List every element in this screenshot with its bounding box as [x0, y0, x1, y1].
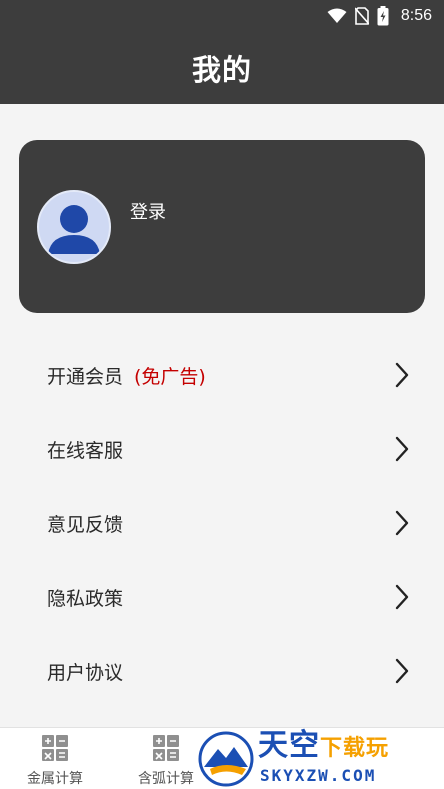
chevron-right-icon [395, 584, 409, 610]
status-time: 8:56 [400, 7, 432, 24]
status-bar: 8:56 [0, 0, 444, 32]
calculator-icon [42, 735, 68, 761]
ad-free-note: (免广告) [134, 365, 206, 388]
watermark-url: SKYXZW.COM [260, 766, 377, 785]
menu-item-user-agreement[interactable]: 用户协议 [0, 634, 444, 708]
avatar[interactable] [37, 190, 111, 264]
menu-item-privacy-policy[interactable]: 隐私政策 [0, 560, 444, 634]
user-avatar-icon [48, 205, 100, 254]
calculator-icon [153, 735, 179, 761]
app-header: 我的 [0, 32, 444, 104]
chevron-right-icon [395, 436, 409, 462]
battery-charging-icon [377, 6, 389, 26]
nav-tab-label: 金属计算 [27, 771, 83, 787]
menu-list: 开通会员 (免广告) 在线客服 意见反馈 隐私政策 用户协议 [0, 338, 444, 708]
menu-item-feedback[interactable]: 意见反馈 [0, 486, 444, 560]
menu-item-label: 用户协议 [47, 661, 124, 684]
nav-tab-label: 含弧计算 [138, 771, 194, 787]
menu-item-label: 开通会员 [47, 365, 124, 388]
menu-item-label: 隐私政策 [47, 587, 124, 610]
chevron-right-icon [395, 658, 409, 684]
wifi-icon [327, 8, 347, 23]
menu-item-label: 在线客服 [47, 439, 124, 462]
watermark-logo: 天空下载玩 SKYXZW.COM [198, 729, 442, 787]
menu-item-online-service[interactable]: 在线客服 [0, 412, 444, 486]
chevron-right-icon [395, 362, 409, 388]
menu-item-membership[interactable]: 开通会员 (免广告) [0, 338, 444, 412]
profile-card[interactable]: 登录 [19, 140, 425, 313]
mountain-logo-icon [198, 731, 254, 787]
no-sim-icon [354, 7, 369, 25]
login-link[interactable]: 登录 [130, 198, 166, 224]
nav-tab-metal-calc[interactable]: 金属计算 [10, 734, 100, 788]
chevron-right-icon [395, 510, 409, 536]
menu-item-label: 意见反馈 [47, 513, 124, 536]
watermark-title: 天空下载玩 [258, 728, 390, 763]
page-title: 我的 [191, 53, 252, 87]
